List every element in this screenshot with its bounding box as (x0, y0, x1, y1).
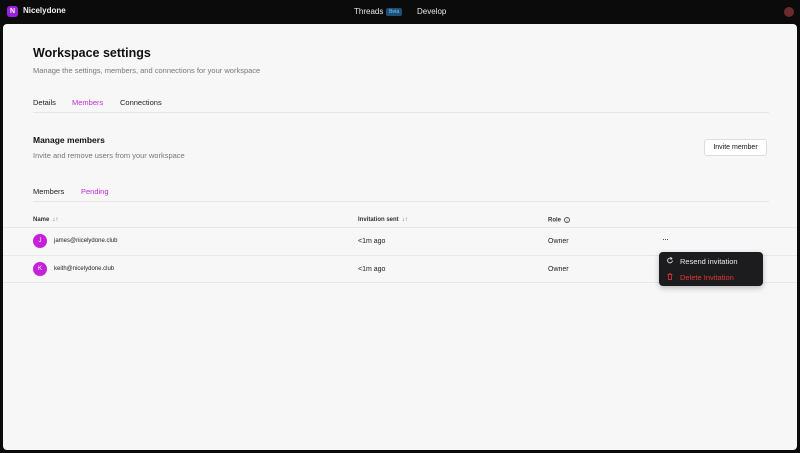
column-header-role: Role i (548, 217, 571, 224)
tab-connections[interactable]: Connections (120, 98, 162, 112)
avatar: K (33, 262, 47, 276)
sort-icon[interactable]: ↓↑ (402, 217, 408, 223)
member-role: Owner (548, 266, 569, 273)
resend-invitation-label: Resend invitation (680, 257, 738, 266)
table-row: J james@nicelydone.club <1m ago Owner ··… (3, 228, 797, 255)
member-email: james@nicelydone.club (54, 238, 118, 244)
more-options-icon[interactable]: ··· (662, 234, 669, 244)
invitation-sent: <1m ago (358, 266, 386, 273)
column-role-label: Role (548, 217, 562, 224)
subtab-members[interactable]: Members (33, 187, 64, 201)
trash-icon (667, 273, 673, 280)
column-header-invitation-sent[interactable]: Invitation sent ↓↑ (358, 217, 408, 223)
column-sent-label: Invitation sent (358, 217, 399, 223)
beta-badge: Beta (386, 8, 403, 16)
delete-invitation-item[interactable]: Delete Invitation (659, 269, 763, 285)
invitation-sent: <1m ago (358, 238, 386, 245)
brand-name[interactable]: Nicelydone (23, 6, 66, 15)
logo-icon[interactable]: N (7, 6, 18, 17)
info-icon[interactable]: i (564, 217, 571, 223)
refresh-icon (667, 256, 673, 264)
member-role: Owner (548, 238, 569, 245)
section-title: Manage members (33, 135, 105, 145)
page-title: Workspace settings (33, 46, 151, 60)
delete-invitation-label: Delete Invitation (680, 273, 734, 282)
member-email: keith@nicelydone.club (54, 266, 115, 272)
invite-member-button[interactable]: Invite member (704, 139, 767, 156)
column-name-label: Name (33, 217, 50, 223)
nav-develop[interactable]: Develop (417, 7, 446, 16)
user-avatar[interactable] (784, 7, 794, 17)
column-header-name[interactable]: Name ↓↑ (33, 217, 58, 223)
top-bar: N Nicelydone Threads Beta Develop (0, 0, 800, 24)
settings-panel: Workspace settings Manage the settings, … (3, 24, 797, 450)
resend-invitation-item[interactable]: Resend invitation (659, 253, 763, 269)
page-subtitle: Manage the settings, members, and connec… (33, 66, 261, 75)
row-actions-menu: Resend invitation Delete Invitation (659, 252, 763, 286)
tab-members[interactable]: Members (72, 98, 104, 113)
nav-threads[interactable]: Threads (354, 7, 383, 16)
subtabs-divider (33, 201, 769, 202)
sort-icon[interactable]: ↓↑ (52, 217, 58, 223)
tabs-divider (33, 112, 769, 113)
section-subtitle: Invite and remove users from your worksp… (33, 151, 185, 160)
avatar: J (33, 234, 47, 248)
tab-details[interactable]: Details (33, 98, 56, 112)
subtab-pending[interactable]: Pending (81, 187, 109, 202)
